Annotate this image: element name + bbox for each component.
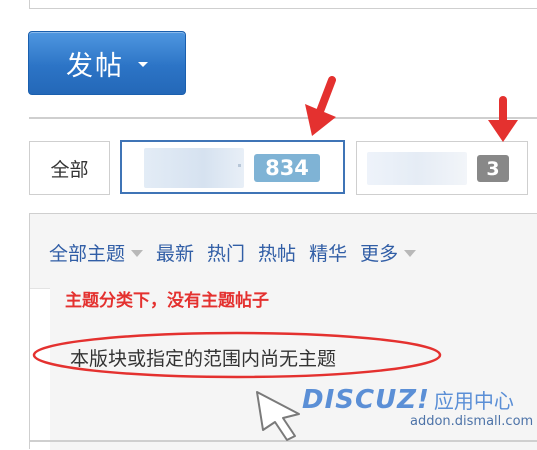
annotation-arrow-icon — [305, 76, 336, 136]
filter-all-topics-label: 全部主题 — [49, 243, 126, 265]
filter-more[interactable]: 更多 — [360, 239, 417, 266]
divider — [29, 117, 537, 119]
filter-all-topics[interactable]: 全部主题 — [49, 239, 144, 266]
watermark-domain: addon.dismall.com — [410, 414, 534, 429]
blurred-category-name — [144, 148, 244, 188]
filter-hot[interactable]: 热门 — [207, 239, 245, 266]
post-button[interactable]: 发帖 — [28, 31, 186, 95]
tab-category-2[interactable]: 3 — [356, 141, 528, 195]
chevron-down-icon — [404, 250, 417, 257]
watermark-brand: DISCUZ! — [302, 385, 430, 415]
annotation-text: 主题分类下，没有主题帖子 — [65, 291, 269, 311]
topic-count-badge: 3 — [477, 155, 509, 182]
tab-category-1[interactable]: 834 — [120, 140, 345, 194]
topic-count-badge: 834 — [254, 154, 320, 182]
thread-filter-bar: 全部主题 最新 热门 热帖 精华 更多 — [30, 214, 537, 289]
blurred-category-name — [367, 152, 467, 185]
chevron-down-icon — [131, 250, 144, 257]
empty-message: 本版块或指定的范围内尚无主题 — [70, 348, 337, 370]
filter-latest[interactable]: 最新 — [156, 239, 194, 266]
watermark-subtitle: 应用中心 — [433, 389, 514, 413]
tab-all[interactable]: 全部 — [29, 141, 110, 195]
filter-hot-posts[interactable]: 热帖 — [258, 239, 296, 266]
tab-all-label: 全部 — [50, 158, 89, 181]
filter-more-label: 更多 — [360, 243, 399, 265]
filter-digest[interactable]: 精华 — [309, 239, 347, 266]
post-button-label: 发帖 — [66, 50, 124, 82]
chevron-down-icon[interactable] — [138, 62, 148, 67]
previous-panel-edge — [29, 0, 537, 9]
annotation-arrow-icon — [488, 96, 518, 142]
separator-dot — [238, 164, 241, 167]
watermark: DISCUZ! 应用中心 — [302, 385, 514, 415]
